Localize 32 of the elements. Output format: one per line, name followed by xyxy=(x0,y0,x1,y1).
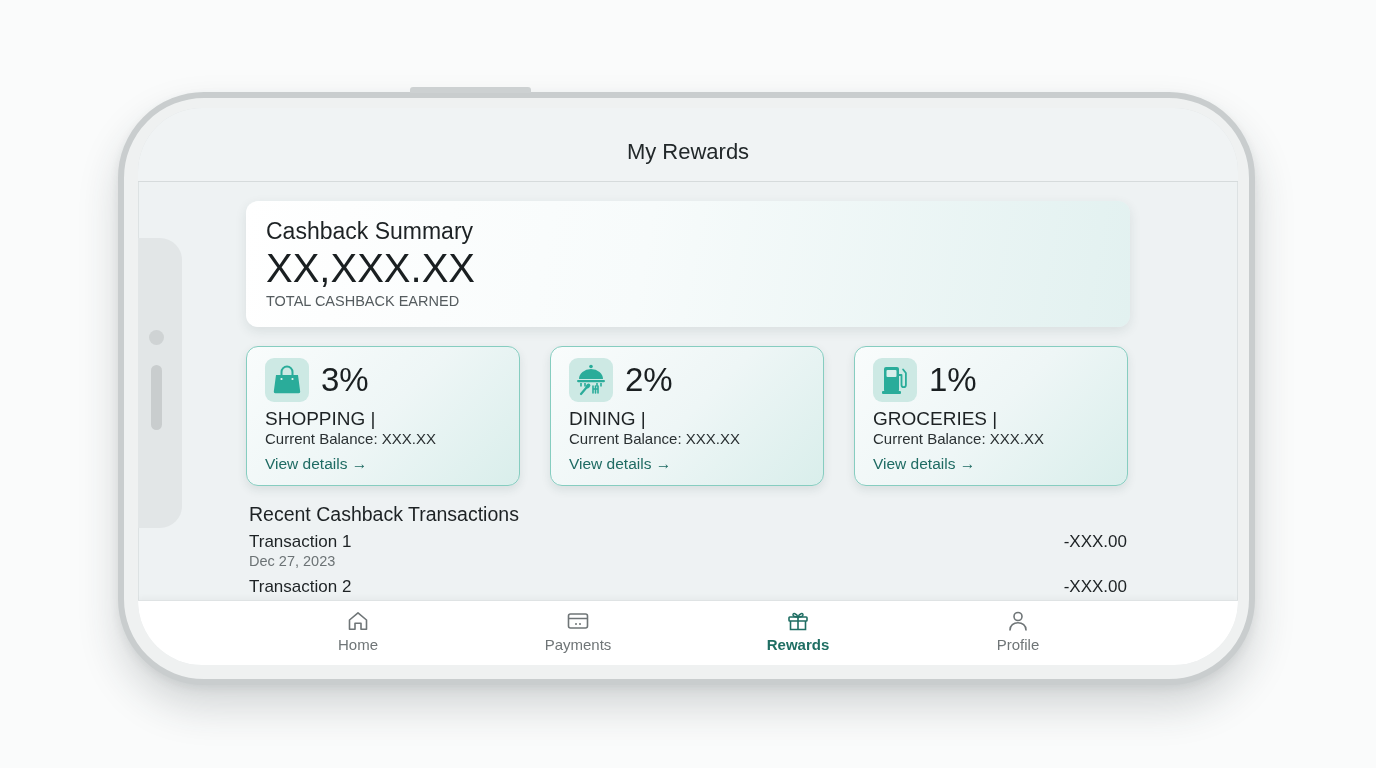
category-label: GROCERIES | xyxy=(873,408,998,430)
cashback-rate: 3% xyxy=(321,360,369,400)
page-title: My Rewards xyxy=(626,138,750,166)
fuel-pump-icon xyxy=(873,358,917,402)
cashback-rate: 2% xyxy=(625,360,673,400)
summary-caption: TOTAL CASHBACK EARNED xyxy=(266,292,460,311)
transaction-name: Transaction 2 xyxy=(249,577,352,597)
category-label: SHOPPING | xyxy=(265,408,376,430)
home-icon xyxy=(346,609,370,633)
shopping-bag-icon xyxy=(265,358,309,402)
person-icon xyxy=(1006,609,1030,633)
cashback-rate: 1% xyxy=(929,360,977,400)
balance-text: Current Balance: XXX.XX xyxy=(873,430,1044,448)
view-details-link[interactable]: View details → xyxy=(265,454,368,474)
transaction-name: Transaction 1 xyxy=(249,532,352,552)
category-label: DINING | xyxy=(569,408,646,430)
balance-text: Current Balance: XXX.XX xyxy=(265,430,436,448)
speaker-slot-icon xyxy=(151,365,162,430)
transaction-amount: -XXX.00 xyxy=(1063,532,1127,552)
view-details-link[interactable]: View details → xyxy=(873,454,976,474)
summary-amount: XX,XXX.XX xyxy=(266,245,475,291)
section-title: Recent Cashback Transactions xyxy=(249,502,519,526)
nav-tab[interactable]: Profile xyxy=(992,601,1044,656)
nav-tab[interactable]: Payments xyxy=(540,601,616,656)
summary-title: Cashback Summary xyxy=(266,217,474,245)
cloche-cutlery-icon xyxy=(569,358,613,402)
transaction-amount: -XXX.00 xyxy=(1063,577,1127,597)
view-details-link[interactable]: View details → xyxy=(569,454,672,474)
nav-tab[interactable]: Rewards xyxy=(762,601,834,656)
nav-tab[interactable]: Home xyxy=(334,601,382,656)
transaction-date: Dec 27, 2023 xyxy=(249,552,336,570)
balance-text: Current Balance: XXX.XX xyxy=(569,430,740,448)
